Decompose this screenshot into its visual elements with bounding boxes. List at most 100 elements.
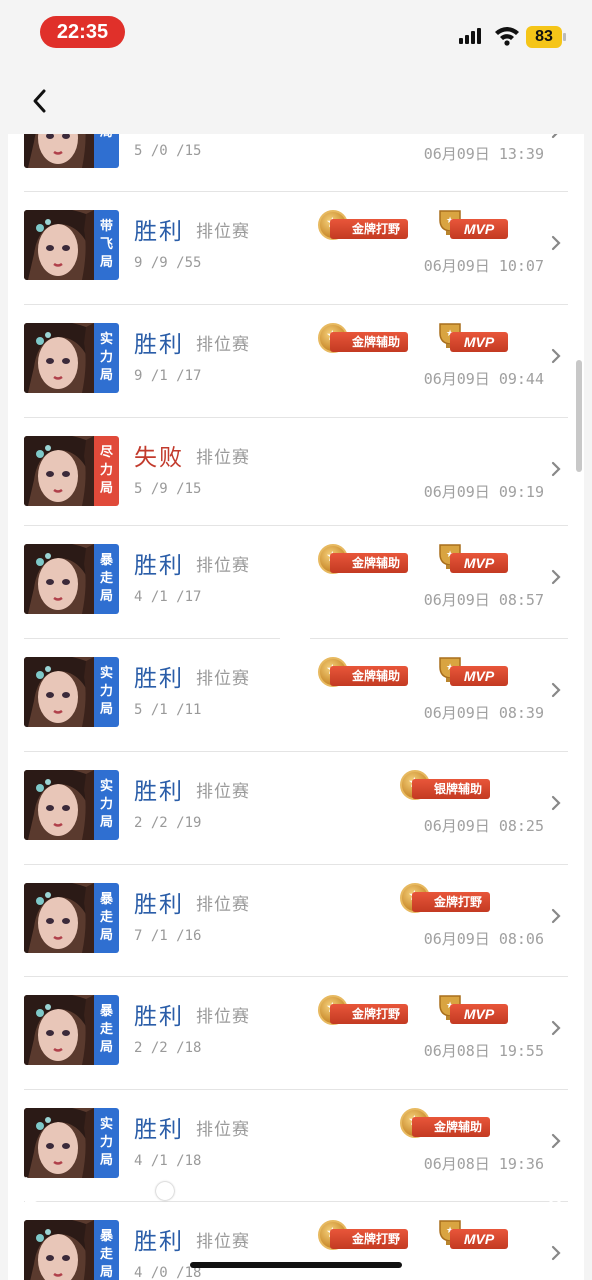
mvp-badge: ★ MVP (436, 655, 512, 689)
badge-char: 力 (99, 684, 113, 699)
mvp-label: MVP (450, 553, 508, 573)
hero-avatar: 实力局 (24, 323, 119, 393)
chevron-right-icon[interactable] (548, 134, 564, 141)
match-result: 胜利 (134, 779, 184, 805)
badge-char: 尽 (99, 445, 113, 460)
mvp-label: MVP (450, 666, 508, 686)
mvp-badge: ★ MVP (436, 321, 512, 355)
match-row[interactable]: 暴走局胜利排位赛2 /2 /1806月08日 19:55金牌打野 ★ MVP (8, 977, 584, 1090)
match-date: 06月08日 19:55 (423, 1042, 544, 1060)
medal-label: 金牌辅助 (330, 666, 409, 686)
chevron-right-icon[interactable] (548, 567, 564, 587)
match-mode: 排位赛 (196, 782, 250, 802)
chevron-right-icon[interactable] (548, 680, 564, 700)
performance-badge: 暴走局 (94, 995, 119, 1065)
hero-avatar: 暴走局 (24, 1220, 119, 1280)
duration-time: 00:08 (456, 1182, 494, 1199)
hero-portrait (24, 134, 94, 168)
hero-portrait (24, 657, 94, 727)
match-date: 06月09日 09:19 (423, 483, 544, 501)
mvp-label: MVP (450, 1229, 508, 1249)
match-result: 胜利 (134, 553, 184, 579)
badge-char: 局 (99, 1040, 113, 1055)
match-mode: 排位赛 (196, 1007, 250, 1027)
kda-stats: 5 /1 /11 (134, 702, 202, 718)
medal-label: 银牌辅助 (412, 779, 491, 799)
video-player-controls: 00:00 00:08 (0, 1160, 592, 1220)
performance-badge: 尽力局 (94, 436, 119, 506)
badge-char: 暴 (99, 892, 113, 907)
fullscreen-exit-icon[interactable] (540, 1176, 570, 1206)
hero-avatar: 尽力局 (24, 436, 119, 506)
status-time[interactable]: 22:35 (40, 16, 125, 48)
hero-avatar: 暴走局 (24, 995, 119, 1065)
hero-portrait (24, 323, 94, 393)
chevron-right-icon[interactable] (548, 346, 564, 366)
hero-avatar: 暴走局 (24, 883, 119, 953)
match-row[interactable]: 带飞局胜利排位赛9 /9 /5506月09日 10:07金牌打野 ★ MVP (8, 192, 584, 305)
badge-char: 实 (99, 1117, 113, 1132)
hero-portrait (24, 544, 94, 614)
match-row[interactable]: 实力局胜利排位赛5 /1 /1106月09日 08:39金牌辅助 ★ MVP (8, 639, 584, 752)
match-row[interactable]: 局 5 /0 /15 06月09日 13:39 (8, 134, 584, 192)
match-row[interactable]: 暴走局胜利排位赛7 /1 /1606月09日 08:06金牌打野 (8, 865, 584, 977)
mvp-badge: ★ MVP (436, 1218, 512, 1252)
performance-badge: 实力局 (94, 770, 119, 840)
progress-knob[interactable] (156, 1182, 174, 1200)
chevron-right-icon[interactable] (548, 459, 564, 479)
match-result: 胜利 (134, 892, 184, 918)
badge-char: 暴 (99, 553, 113, 568)
chevron-left-icon[interactable] (24, 84, 58, 118)
medal-label: 金牌打野 (412, 892, 491, 912)
badge-char: 局 (99, 1265, 113, 1280)
match-row[interactable]: 实力局胜利排位赛9 /1 /1706月09日 09:44金牌辅助 ★ MVP (8, 305, 584, 418)
medal-label: 金牌打野 (330, 219, 409, 239)
match-date: 06月09日 09:44 (423, 370, 544, 388)
chevron-right-icon[interactable] (548, 793, 564, 813)
badge-char: 力 (99, 797, 113, 812)
kda-stats: 5 /9 /15 (134, 481, 202, 497)
kda-stats: 2 /2 /18 (134, 1040, 202, 1056)
medal-label: 金牌辅助 (330, 553, 409, 573)
medal-label: 金牌辅助 (330, 332, 409, 352)
chevron-right-icon[interactable] (548, 1131, 564, 1151)
chevron-right-icon[interactable] (548, 1243, 564, 1263)
status-bar: 22:35 83 (0, 0, 592, 70)
performance-badge: 带飞局 (94, 210, 119, 280)
match-row[interactable]: 实力局胜利排位赛2 /2 /1906月09日 08:25银牌辅助 (8, 752, 584, 865)
chevron-right-icon[interactable] (548, 1018, 564, 1038)
match-result: 失败 (134, 445, 184, 471)
match-mode: 排位赛 (196, 1232, 250, 1252)
badge-char: 实 (99, 779, 113, 794)
match-mode: 排位赛 (196, 222, 250, 242)
wifi-icon (495, 27, 519, 46)
badge-char: 力 (99, 350, 113, 365)
home-indicator (190, 1262, 402, 1268)
hero-portrait (24, 995, 94, 1065)
chevron-right-icon[interactable] (548, 906, 564, 926)
badge-char: 飞 (99, 237, 113, 252)
hero-avatar: 局 (24, 134, 119, 168)
nav-bar (0, 70, 592, 134)
match-date: 06月09日 08:39 (423, 704, 544, 722)
badge-char: 力 (99, 1135, 113, 1150)
match-result: 胜利 (134, 332, 184, 358)
match-result: 胜利 (134, 1117, 184, 1143)
hero-portrait (24, 883, 94, 953)
match-row[interactable]: 尽力局失败 排位赛 5 /9 /15 06月09日 09:19 (8, 418, 584, 526)
badge-char: 局 (100, 134, 113, 142)
badge-char: 走 (99, 571, 113, 586)
performance-badge: 实力局 (94, 657, 119, 727)
badge-char: 带 (99, 219, 113, 234)
progress-track[interactable] (162, 1189, 436, 1193)
match-row[interactable]: 暴走局胜利排位赛4 /1 /1706月09日 08:57金牌辅助 ★ MVP (8, 526, 584, 639)
mvp-label: MVP (450, 1004, 508, 1024)
chevron-right-icon[interactable] (548, 233, 564, 253)
medal-label: 金牌辅助 (412, 1117, 491, 1137)
match-result: 胜利 (134, 666, 184, 692)
kda-stats: 9 /1 /17 (134, 368, 202, 384)
kda-stats: 9 /9 /55 (134, 255, 202, 271)
play-icon[interactable] (22, 1176, 54, 1208)
scrollbar[interactable] (576, 360, 582, 472)
badge-char: 局 (99, 589, 113, 604)
